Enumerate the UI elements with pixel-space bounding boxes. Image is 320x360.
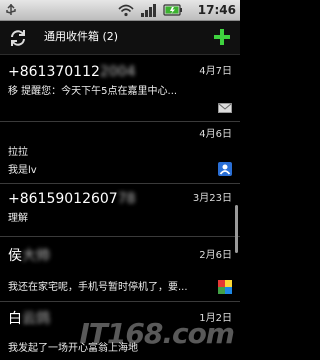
status-time: 17:46 [197,3,236,17]
message-date: 2月6日 [199,250,232,261]
usb-icon [6,3,16,15]
message-sender: 侯大帅 [8,248,50,264]
message-sender: +8615901260778 [8,191,136,207]
message-row[interactable]: 4月6日 拉拉 我是lv [0,122,240,184]
message-date: 4月7日 [199,66,232,77]
obscured-text: 78 [117,191,136,207]
message-preview-line1: 拉拉 [8,147,28,158]
mail-icon [218,103,232,113]
compose-plus-icon[interactable] [212,27,232,47]
title-bar: 通用收件箱 (2) [0,21,240,55]
signal-icon [141,4,156,17]
watermark: IT168.com [79,317,235,350]
message-preview: 我还在家宅呢，手机号暂时停机了，要... [8,282,188,293]
obscured-text: 大帅 [22,248,50,264]
scrollbar[interactable] [235,205,238,253]
message-row[interactable]: +8613701122004 4月7日 移 提醒您：今天下午5点在嘉里中心... [0,55,240,122]
obscured-text: 云鸽 [22,311,50,327]
message-preview: 我是lv [8,165,37,176]
wifi-icon [118,4,134,17]
sync-icon[interactable] [8,28,28,48]
message-date: 4月6日 [199,129,232,140]
battery-icon [163,4,182,16]
status-bar: 17:46 [0,0,240,21]
page-title: 通用收件箱 (2) [44,30,119,43]
message-sender: +8613701122004 [8,64,136,80]
message-row[interactable]: 侯大帅 2月6日 我还在家宅呢，手机号暂时停机了，要... [0,237,240,302]
message-preview: 移 提醒您：今天下午5点在嘉里中心... [8,86,178,97]
contact-app-icon [218,162,232,176]
message-sender: 白云鸽 [8,311,50,327]
message-date: 3月23日 [192,193,232,204]
message-row[interactable]: +8615901260778 3月23日 理解 [0,184,240,237]
message-preview: 理解 [8,213,28,224]
obscured-text: 2004 [99,64,136,80]
colorful-app-icon [218,280,232,294]
